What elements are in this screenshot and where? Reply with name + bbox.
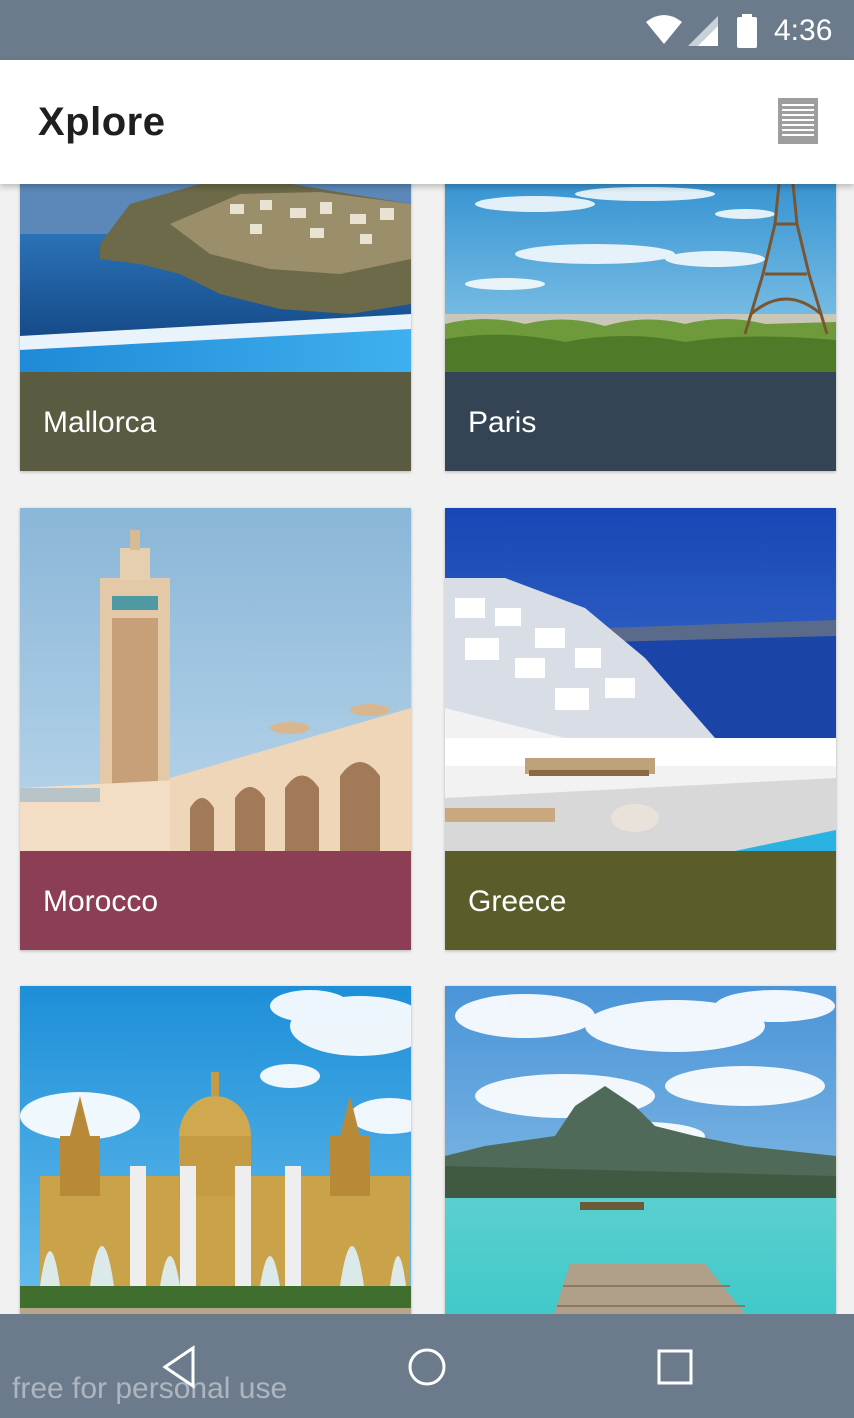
destination-card-greece[interactable]: Greece: [445, 508, 836, 950]
signal-icon: [688, 16, 718, 46]
destination-card-morocco[interactable]: Morocco: [20, 508, 411, 950]
destination-label-bar: Paris: [445, 372, 836, 471]
destination-card-paris[interactable]: Paris: [445, 184, 836, 471]
home-icon[interactable]: [402, 1342, 452, 1392]
destination-label-bar: Mallorca: [20, 372, 411, 471]
recents-icon[interactable]: [650, 1342, 700, 1392]
destination-name: Greece: [468, 885, 567, 918]
santorini-terrace-photo: [445, 508, 836, 851]
destination-name: Mallorca: [43, 406, 157, 439]
destination-card-palace[interactable]: [20, 986, 411, 1314]
destination-grid: Mallorca Paris Morocco Greece: [0, 184, 854, 1314]
status-time: 4:36: [774, 14, 833, 47]
destination-name: Paris: [468, 406, 537, 439]
destination-label-bar: Greece: [445, 851, 836, 950]
battery-icon: [737, 14, 757, 48]
menu-list-icon[interactable]: [776, 96, 824, 148]
app-bar: Xplore: [0, 60, 854, 184]
destination-card-mallorca[interactable]: Mallorca: [20, 184, 411, 471]
palace-fountains-photo: [20, 986, 411, 1314]
wifi-icon: [646, 15, 682, 44]
tropical-lagoon-photo: [445, 986, 836, 1314]
coastal-cliff-photo: [20, 184, 411, 372]
destination-label-bar: Morocco: [20, 851, 411, 950]
eiffel-tower-photo: [445, 184, 836, 372]
watermark-text: free for personal use: [12, 1372, 288, 1405]
app-title: Xplore: [38, 100, 166, 144]
destination-card-lagoon[interactable]: [445, 986, 836, 1314]
destination-name: Morocco: [43, 885, 159, 918]
status-bar: 4:36: [0, 0, 854, 60]
minaret-mosque-photo: [20, 508, 411, 851]
